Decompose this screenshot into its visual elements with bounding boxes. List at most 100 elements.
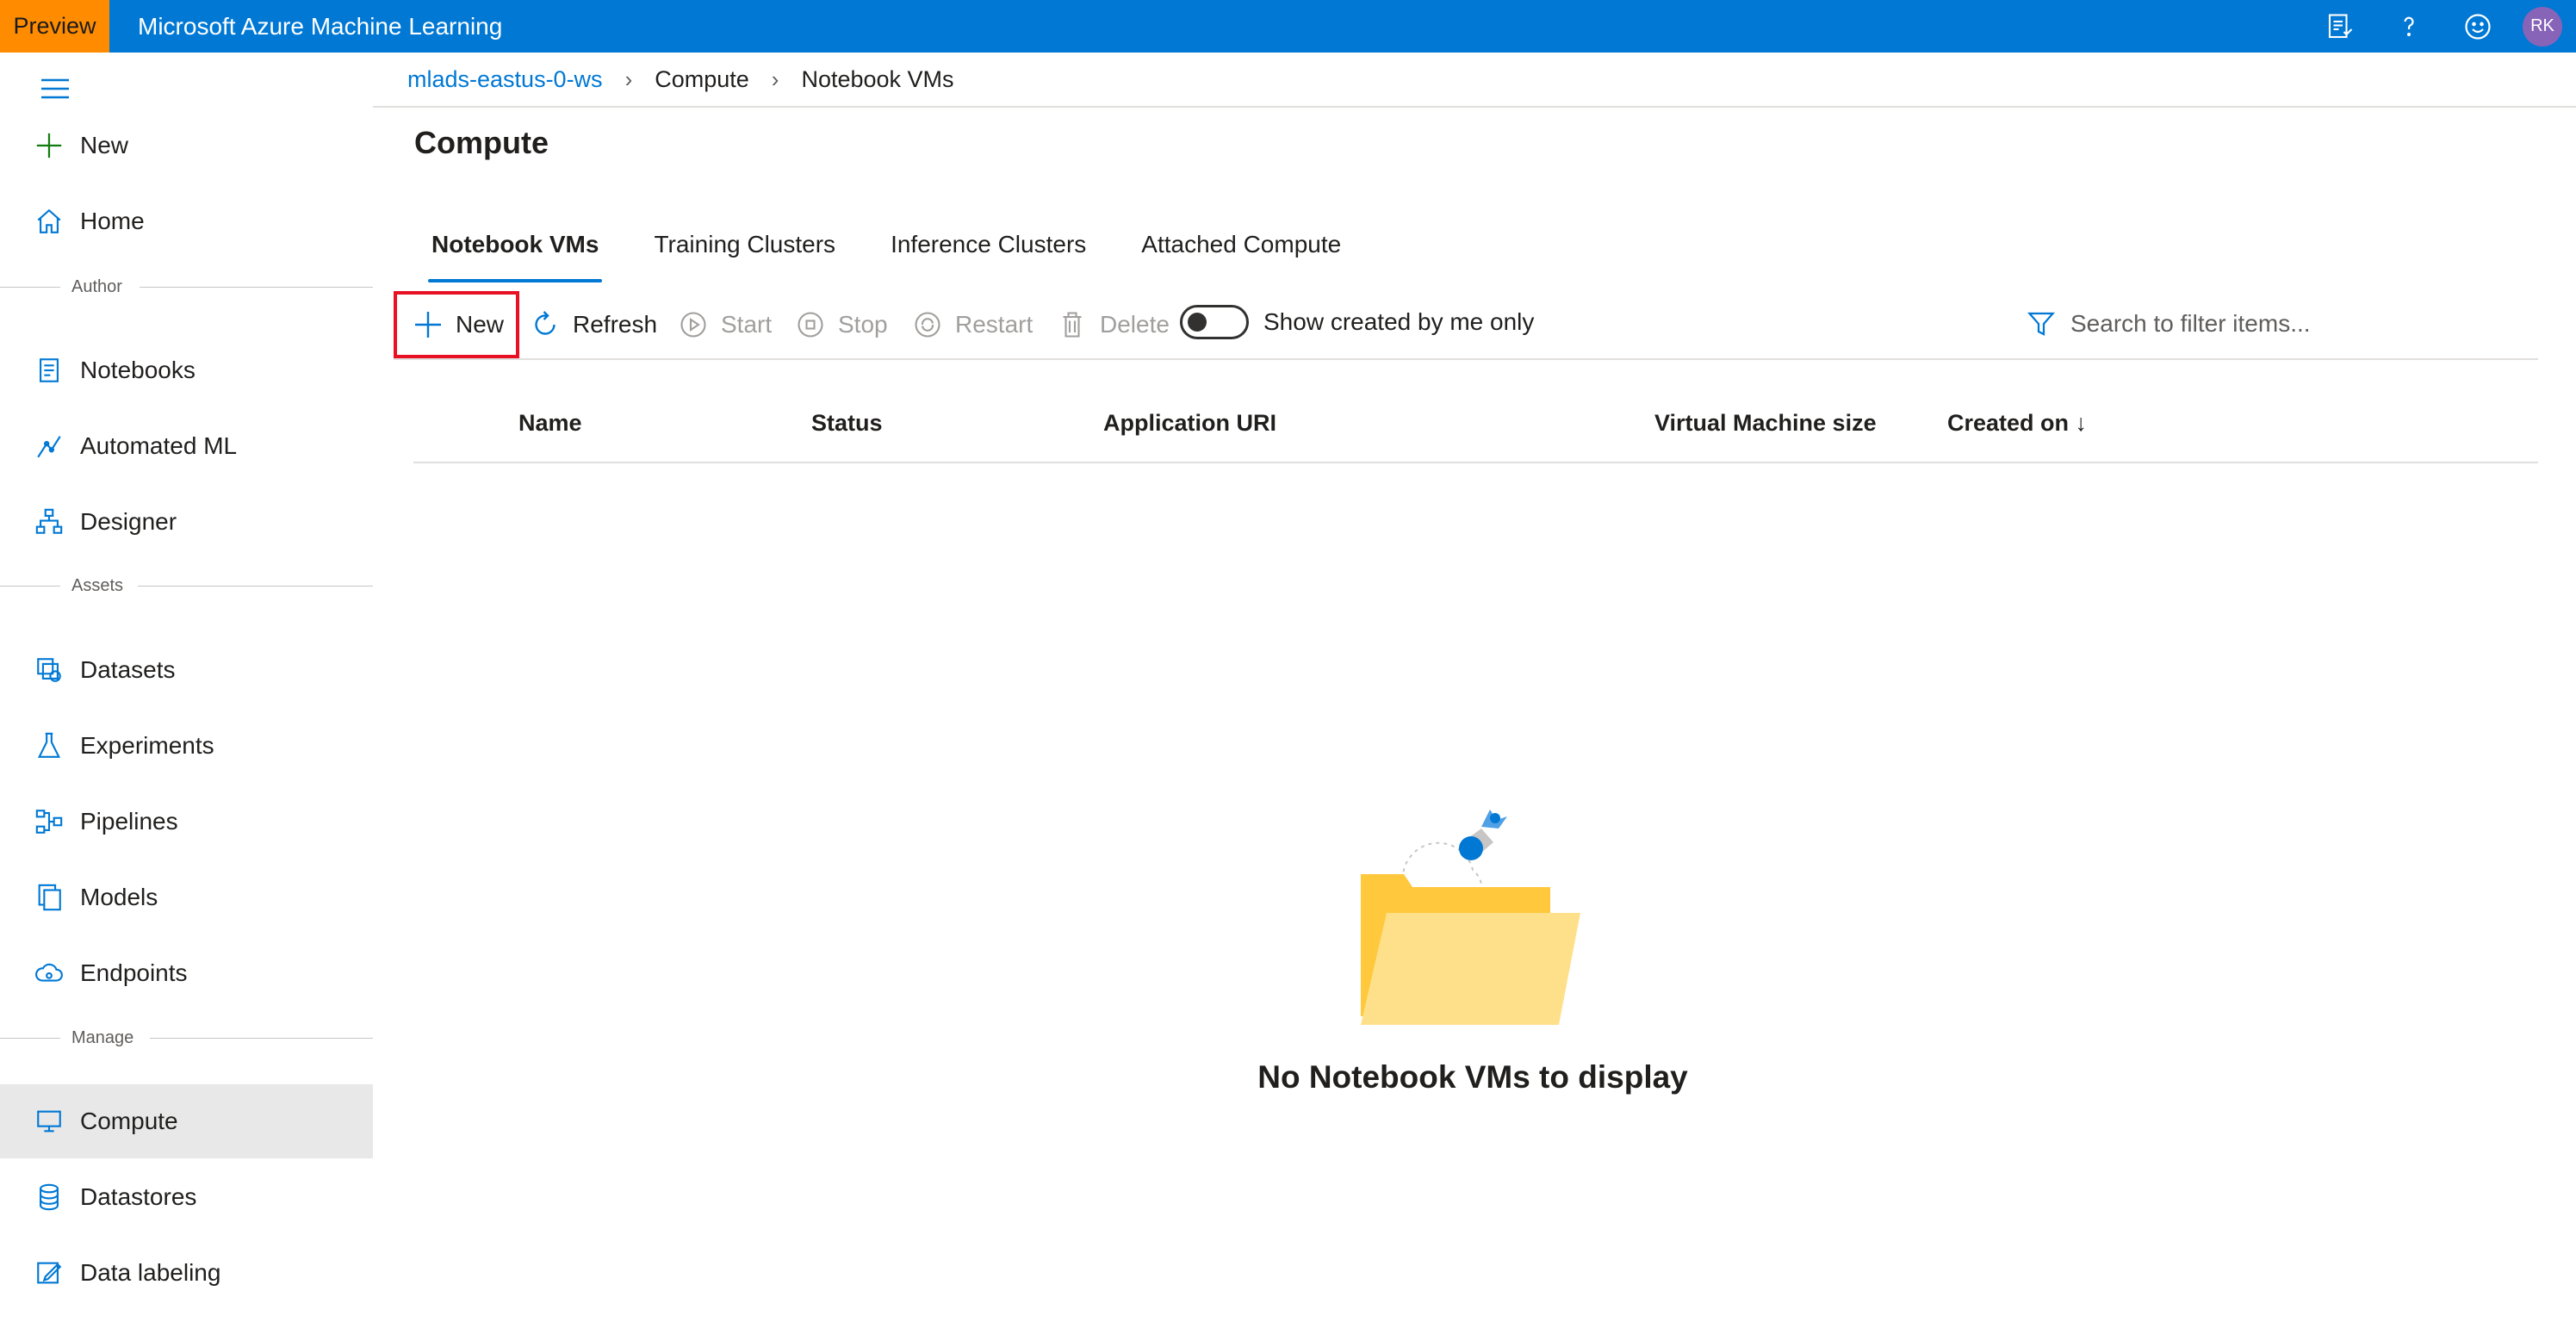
column-header-application-uri[interactable]: Application URI [1103,410,1276,437]
restart-button-label: Restart [955,311,1034,338]
help-icon[interactable] [2374,0,2443,53]
delete-button-label: Delete [1100,311,1170,338]
tab-training-clusters[interactable]: Training Clusters [636,226,853,282]
section-label: Author [71,276,122,296]
delete-button[interactable]: Delete [1057,291,1170,358]
trash-icon [1063,312,1082,338]
breadcrumb-bar: mlads-eastus-0-ws › Compute › Notebook V… [373,53,2576,108]
restart-button[interactable]: Restart [912,291,1033,358]
flask-icon [33,729,65,762]
page-title: Compute [414,125,549,160]
section-label: Manage [71,1027,134,1047]
app-title[interactable]: Microsoft Azure Machine Learning [138,13,502,40]
sidebar-item-label: Datastores [80,1183,197,1210]
avatar[interactable]: RK [2523,6,2562,47]
column-header-vm-size[interactable]: Virtual Machine size [1654,410,1877,437]
datasets-icon [33,654,65,686]
tab-notebook-vms[interactable]: Notebook VMs [414,226,616,282]
breadcrumb-workspace-link[interactable]: mlads-eastus-0-ws [407,66,603,93]
sidebar-item-label: Compute [80,1108,178,1134]
filter-box [2026,300,2525,348]
sidebar-item-datastores[interactable]: Datastores [0,1160,373,1234]
sidebar-item-label: Endpoints [80,959,188,986]
tab-attached-compute[interactable]: Attached Compute [1124,226,1358,282]
designer-icon [33,506,65,538]
stop-button-label: Stop [838,311,888,338]
column-header-status[interactable]: Status [811,410,883,437]
pipelines-icon [33,805,65,838]
preview-badge: Preview [0,0,109,53]
sidebar-item-label: Designer [80,508,177,535]
compute-icon [33,1105,65,1138]
sidebar-item-endpoints[interactable]: Endpoints [0,936,373,1010]
endpoints-icon [33,957,65,990]
start-button[interactable]: Start [678,291,772,358]
refresh-button-label: Refresh [573,311,658,338]
home-icon [33,205,65,238]
divider [0,1038,60,1039]
new-button[interactable]: New [394,291,519,358]
plus-icon [33,129,65,162]
sidebar-item-label: Home [80,208,145,234]
sidebar-item-label: Automated ML [80,432,238,459]
column-header-name[interactable]: Name [518,410,582,437]
divider [138,586,373,587]
sidebar-item-pipelines[interactable]: Pipelines [0,785,373,859]
toggle-knob [1188,313,1207,332]
sidebar-item-label: Datasets [80,656,176,683]
column-header-created-on[interactable]: Created on ↓ [1947,410,2087,437]
chevron-right-icon: › [624,66,633,92]
filter-icon [2027,312,2055,336]
stop-button[interactable]: Stop [795,291,888,358]
hamburger-menu-icon[interactable] [38,71,72,106]
divider [0,287,60,288]
compute-tabs: Notebook VMs Training Clusters Inference… [414,226,1379,282]
models-icon [33,881,65,914]
section-header-assets: Assets [0,573,373,599]
table-header: Name Status Application URI Virtual Mach… [413,388,2538,463]
empty-state: No Notebook VMs to display [1206,801,1740,1111]
divider [150,1038,373,1039]
smiley-icon[interactable] [2443,0,2512,53]
sidebar-item-designer[interactable]: Designer [0,485,373,559]
notebook-icon [33,354,65,387]
top-bar: Preview Microsoft Azure Machine Learning… [0,0,2576,53]
empty-folder-illustration [1361,810,1580,1025]
breadcrumb: mlads-eastus-0-ws › Compute › Notebook V… [407,66,954,93]
refresh-button[interactable]: Refresh [530,291,657,358]
sidebar-item-models[interactable]: Models [0,860,373,934]
section-header-manage: Manage [0,1025,373,1051]
tab-inference-clusters[interactable]: Inference Clusters [873,226,1103,282]
chevron-right-icon: › [771,66,779,92]
top-bar-actions: RK [2306,0,2576,53]
sidebar-item-label: Data labeling [80,1259,221,1286]
automated-ml-icon [33,430,65,462]
divider [140,287,373,288]
search-input[interactable] [2070,310,2501,338]
breadcrumb-compute-link[interactable]: Compute [655,66,749,93]
created-by-me-toggle[interactable] [1180,305,1249,339]
stop-icon [798,312,823,338]
sidebar-item-label: Pipelines [80,808,178,835]
sidebar-item-label: Notebooks [80,357,196,383]
play-icon [680,312,706,338]
sidebar: New Home Author Notebooks Automated ML D… [0,53,373,1322]
sidebar-item-experiments[interactable]: Experiments [0,709,373,783]
sidebar-item-home[interactable]: Home [0,184,373,258]
sidebar-item-notebooks[interactable]: Notebooks [0,333,373,407]
datastore-icon [33,1181,65,1213]
sidebar-item-data-labeling[interactable]: Data labeling [0,1236,373,1310]
new-button-label: New [456,311,505,338]
restart-icon [915,312,940,338]
sidebar-item-automated-ml[interactable]: Automated ML [0,409,373,483]
divider [0,586,60,587]
start-button-label: Start [721,311,773,338]
sidebar-item-datasets[interactable]: Datasets [0,633,373,707]
section-header-author: Author [0,274,373,300]
sidebar-new-button[interactable]: New [0,109,373,183]
toggle-label: Show created by me only [1263,308,1535,335]
feedback-list-icon[interactable] [2306,0,2374,53]
sidebar-item-label: Models [80,884,158,910]
sidebar-item-label: Experiments [80,732,214,759]
sidebar-item-compute[interactable]: Compute [0,1084,373,1158]
